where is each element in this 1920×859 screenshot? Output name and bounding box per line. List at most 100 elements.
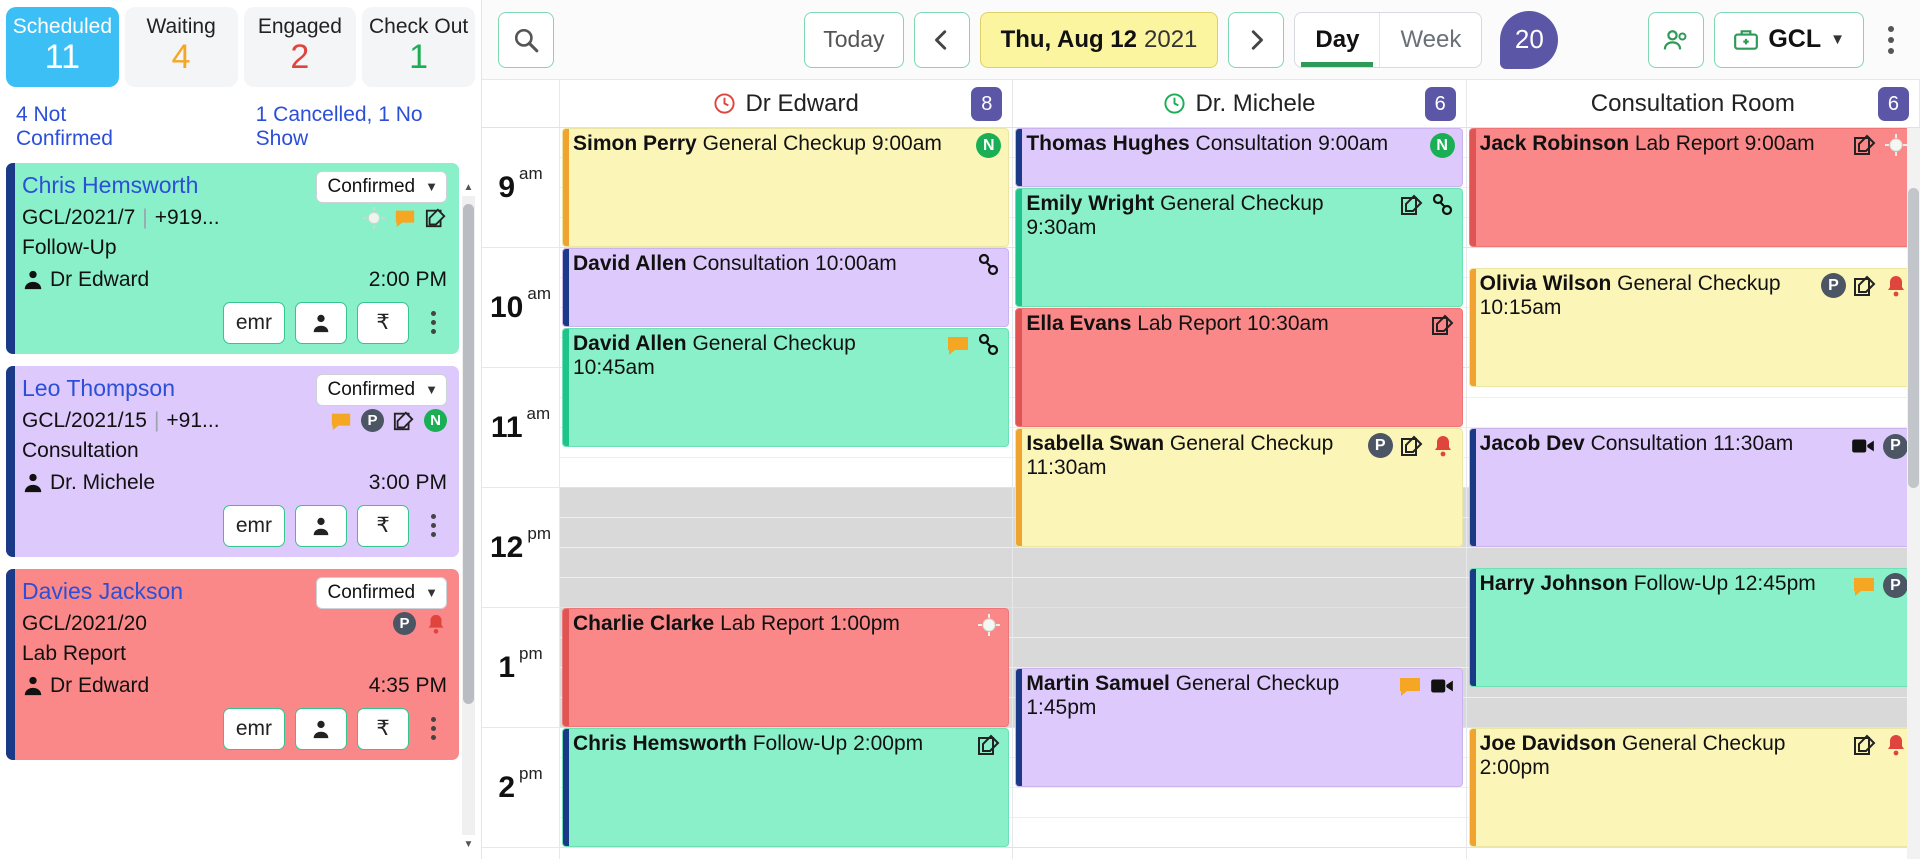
calendar-event[interactable]: David Allen General Checkup 10:45am: [562, 328, 1010, 447]
patient-name[interactable]: Davies Jackson: [22, 577, 183, 606]
billing-button[interactable]: ₹: [357, 301, 409, 344]
column-header-dr-michele[interactable]: Dr. Michele 6: [1013, 80, 1467, 127]
link-icon[interactable]: [977, 253, 1001, 277]
edit-icon[interactable]: [393, 410, 415, 432]
stat-card-engaged[interactable]: Engaged 2: [243, 7, 357, 87]
staff-filter-button[interactable]: [1648, 11, 1705, 68]
status-dropdown[interactable]: Confirmed ▼: [316, 373, 447, 406]
not-confirmed-link[interactable]: 4 Not Confirmed: [16, 103, 158, 151]
calendar-event[interactable]: Olivia Wilson General Checkup 10:15am P: [1468, 268, 1916, 387]
time-slot[interactable]: [1013, 608, 1466, 638]
scroll-up-icon[interactable]: ▲: [462, 178, 475, 196]
calendar-event[interactable]: Chris Hemsworth Follow-Up 2:00pm: [562, 728, 1010, 847]
emr-button[interactable]: emr: [222, 707, 285, 750]
prev-day-button[interactable]: [913, 11, 970, 68]
patient-profile-button[interactable]: [295, 707, 347, 750]
calendar-column-dr-michele[interactable]: Thomas Hughes Consultation 9:00am N Emily …: [1013, 128, 1467, 859]
chat-icon[interactable]: [330, 410, 352, 432]
chat-icon[interactable]: [1398, 674, 1422, 698]
calendar-event[interactable]: Harry Johnson Follow-Up 12:45pm P: [1468, 568, 1916, 687]
current-date-button[interactable]: Thu, Aug 12 2021: [979, 11, 1219, 68]
edit-icon[interactable]: [1853, 274, 1877, 298]
calendar-event[interactable]: Isabella Swan General Checkup 11:30am P: [1015, 428, 1463, 547]
appointment-card[interactable]: Davies Jackson Confirmed ▼ GCL/2021/20 P: [6, 568, 459, 760]
cancelled-noshow-link[interactable]: 1 Cancelled, 1 No Show: [256, 103, 465, 151]
chat-icon[interactable]: [946, 333, 970, 357]
link-icon[interactable]: [1431, 193, 1455, 217]
time-slot[interactable]: [1466, 698, 1919, 728]
calendar-event[interactable]: Jacob Dev Consultation 11:30am P: [1468, 428, 1916, 547]
bell-icon[interactable]: [1884, 274, 1908, 298]
video-icon[interactable]: [1850, 433, 1876, 459]
patient-name[interactable]: Leo Thompson: [22, 374, 175, 403]
bell-icon[interactable]: [1884, 733, 1908, 757]
time-slot[interactable]: [560, 848, 1012, 859]
calendar-event[interactable]: Jack Robinson Lab Report 9:00am: [1468, 128, 1916, 247]
edit-icon[interactable]: [977, 733, 1001, 757]
calendar-event[interactable]: Charlie Clarke Lab Report 1:00pm: [562, 608, 1010, 727]
scrollbar-thumb[interactable]: [1908, 188, 1919, 488]
time-slot[interactable]: [1013, 548, 1466, 578]
calendar-event[interactable]: Emily Wright General Checkup 9:30am: [1015, 188, 1463, 307]
time-slot[interactable]: [1013, 848, 1465, 859]
time-slot[interactable]: [1013, 788, 1466, 818]
time-slot[interactable]: [560, 488, 1013, 518]
stat-card-waiting[interactable]: Waiting 4: [124, 7, 238, 87]
chat-icon[interactable]: [394, 207, 416, 229]
stat-card-check-out[interactable]: Check Out 1: [362, 7, 475, 87]
time-slot[interactable]: [1466, 398, 1919, 428]
sun-icon[interactable]: [977, 613, 1001, 637]
column-header-consultation-room[interactable]: Consultation Room 6: [1467, 80, 1920, 127]
time-slot[interactable]: [1467, 848, 1919, 859]
scroll-down-icon[interactable]: ▼: [462, 835, 475, 853]
patient-name[interactable]: Chris Hemsworth: [22, 171, 198, 200]
calendar-scrollbar[interactable]: [1907, 128, 1920, 859]
bell-icon[interactable]: [1431, 434, 1455, 458]
calendar-event[interactable]: Ella Evans Lab Report 10:30am: [1015, 308, 1463, 427]
status-dropdown[interactable]: Confirmed ▼: [316, 576, 447, 609]
today-button[interactable]: Today: [804, 11, 904, 68]
stat-card-scheduled[interactable]: Scheduled 11: [6, 7, 119, 87]
edit-icon[interactable]: [1853, 133, 1877, 157]
left-panel-scrollbar[interactable]: ▲ ▼: [462, 178, 475, 853]
tab-day-view[interactable]: Day: [1295, 12, 1381, 67]
billing-button[interactable]: ₹: [357, 707, 409, 750]
appointment-card[interactable]: Chris Hemsworth Confirmed ▼ GCL/2021/7 |…: [6, 162, 459, 354]
billing-button[interactable]: ₹: [357, 504, 409, 547]
link-icon[interactable]: [977, 333, 1001, 357]
video-icon[interactable]: [1429, 673, 1455, 699]
patient-profile-button[interactable]: [295, 301, 347, 344]
chat-icon[interactable]: [1852, 574, 1876, 598]
calendar-column-dr-edward[interactable]: Simon Perry General Checkup 9:00am N David…: [560, 128, 1014, 859]
time-slot[interactable]: [1013, 578, 1466, 608]
toolbar-more-button[interactable]: [1876, 25, 1906, 54]
time-slot[interactable]: [560, 578, 1013, 608]
calendar-event[interactable]: David Allen Consultation 10:00am: [562, 248, 1010, 327]
edit-icon[interactable]: [425, 207, 447, 229]
time-slot[interactable]: [560, 548, 1013, 578]
time-slot[interactable]: [560, 458, 1013, 488]
edit-icon[interactable]: [1431, 313, 1455, 337]
calendar-column-consultation-room[interactable]: Jack Robinson Lab Report 9:00am Olivia Wi…: [1466, 128, 1920, 859]
calendar-event[interactable]: Simon Perry General Checkup 9:00am N: [562, 128, 1010, 247]
calendar-event[interactable]: Thomas Hughes Consultation 9:00am N: [1015, 128, 1463, 187]
next-day-button[interactable]: [1228, 11, 1285, 68]
time-slot[interactable]: [560, 518, 1013, 548]
emr-button[interactable]: emr: [222, 301, 285, 344]
calendar-event[interactable]: Joe Davidson General Checkup 2:00pm: [1468, 728, 1916, 847]
time-slot[interactable]: [1013, 638, 1466, 668]
edit-icon[interactable]: [1853, 733, 1877, 757]
sun-icon[interactable]: [1884, 133, 1908, 157]
column-header-dr-edward[interactable]: Dr Edward 8: [560, 80, 1014, 127]
time-slot[interactable]: [1013, 818, 1466, 848]
patient-profile-button[interactable]: [295, 504, 347, 547]
sun-icon[interactable]: [363, 206, 385, 229]
edit-icon[interactable]: [1400, 434, 1424, 458]
status-dropdown[interactable]: Confirmed ▼: [316, 170, 447, 203]
card-more-button[interactable]: [419, 717, 447, 741]
search-button[interactable]: [498, 11, 554, 68]
appointment-card[interactable]: Leo Thompson Confirmed ▼ GCL/2021/15 | +…: [6, 365, 459, 557]
calendar-event[interactable]: Martin Samuel General Checkup 1:45pm: [1015, 668, 1463, 787]
edit-icon[interactable]: [1400, 193, 1424, 217]
bell-icon[interactable]: [425, 613, 447, 635]
